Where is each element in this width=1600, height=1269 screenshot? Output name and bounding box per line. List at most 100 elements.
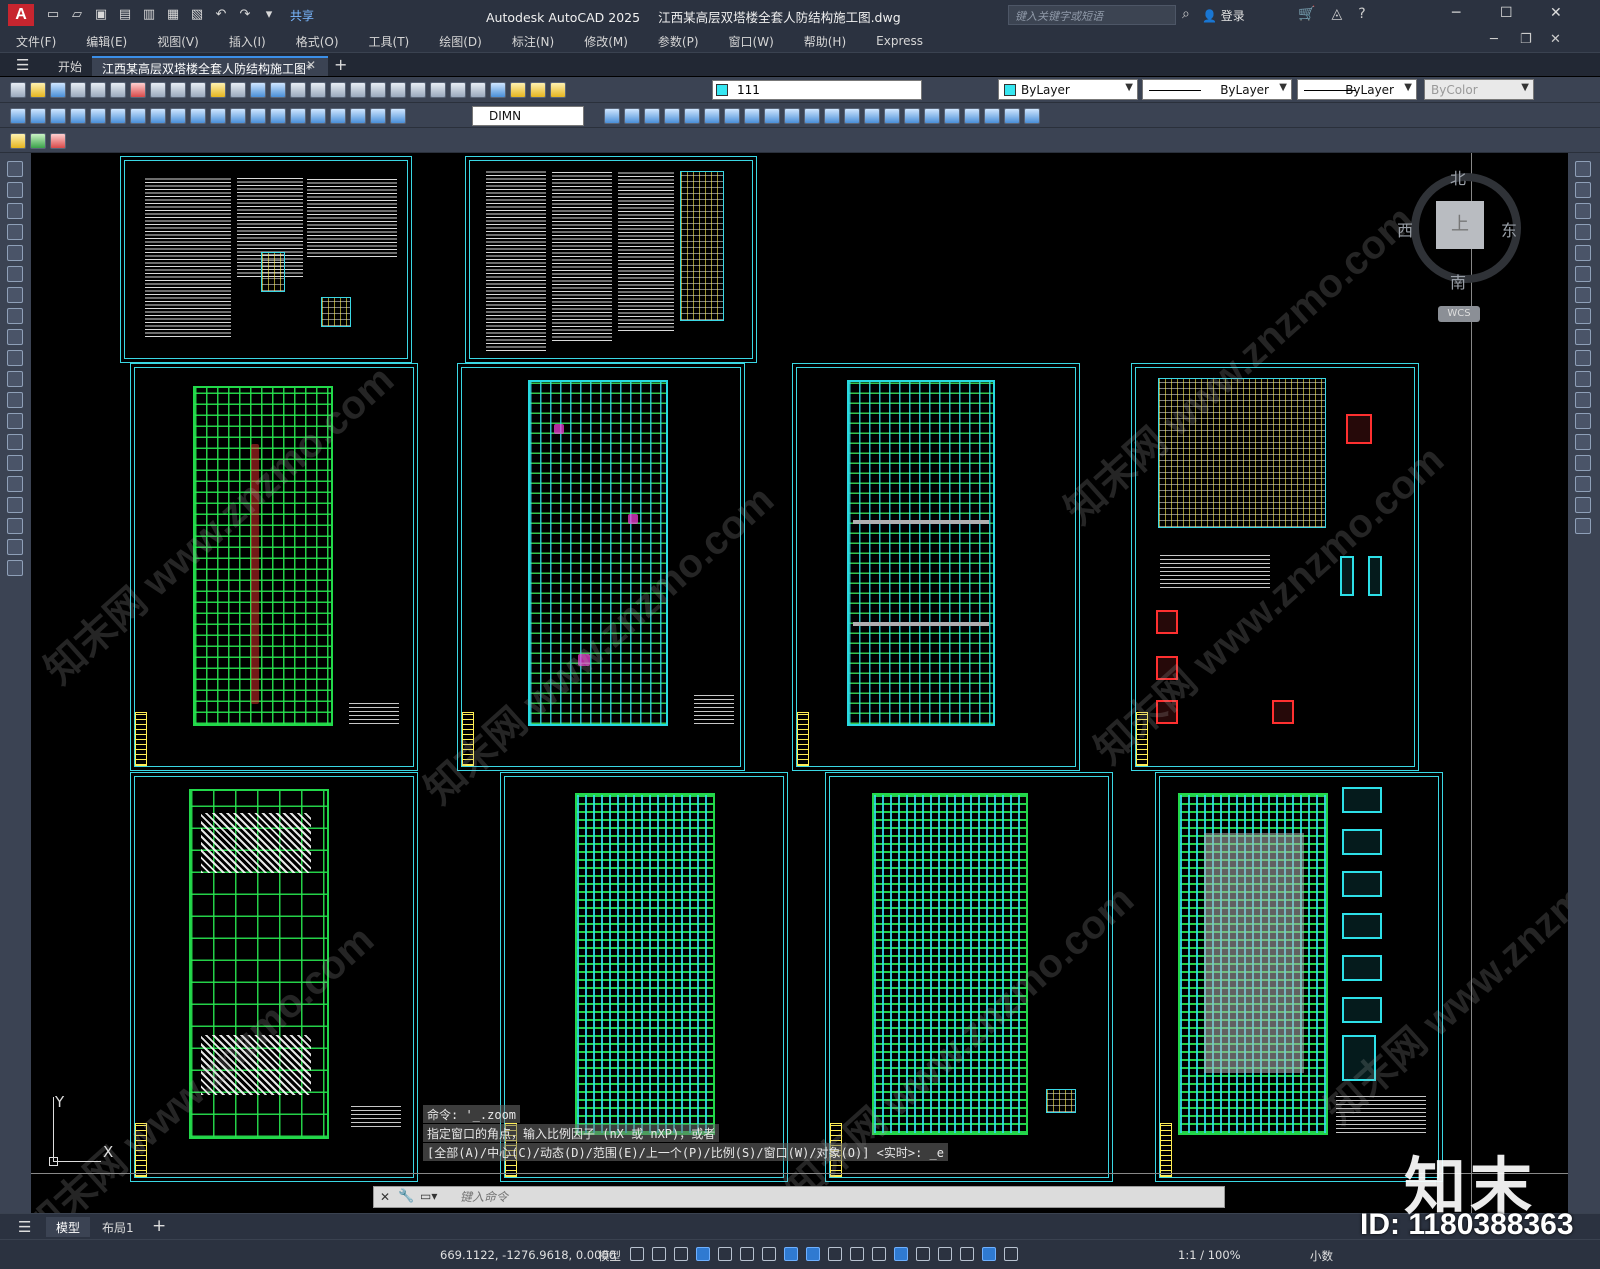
pan-icon[interactable] <box>290 82 306 98</box>
offset-icon[interactable] <box>664 108 680 124</box>
open-icon[interactable] <box>30 82 46 98</box>
color-dropdown[interactable]: ByLayer ▼ <box>998 79 1138 100</box>
side-copy-icon[interactable] <box>1575 182 1591 198</box>
qnew-icon[interactable] <box>10 82 26 98</box>
lineweight-dropdown[interactable]: ByLayer ▼ <box>1297 79 1417 100</box>
dim-text-edit-icon[interactable] <box>370 108 386 124</box>
side-join-icon[interactable] <box>1575 434 1591 450</box>
selection-filter-icon[interactable] <box>938 1247 952 1261</box>
region-icon[interactable] <box>7 497 23 513</box>
tab-model[interactable]: 模型 <box>46 1217 91 1237</box>
side-scale-icon[interactable] <box>1575 308 1591 324</box>
dim-update-icon[interactable] <box>390 108 406 124</box>
layer-on-icon[interactable] <box>530 82 546 98</box>
auto-scale-icon[interactable] <box>1004 1247 1018 1261</box>
doc-close-button[interactable]: ✕ <box>1550 32 1561 47</box>
object-snap-tracking-icon[interactable] <box>784 1247 798 1261</box>
spline-icon[interactable] <box>7 329 23 345</box>
side-break-point-icon[interactable] <box>1575 392 1591 408</box>
side-move-icon[interactable] <box>1575 266 1591 282</box>
trim-icon[interactable] <box>784 108 800 124</box>
zoom-realtime-icon[interactable] <box>310 82 326 98</box>
customize-icon[interactable]: ▾ <box>260 7 278 23</box>
app-menu-icon[interactable]: ☰ <box>16 56 29 74</box>
copy-icon[interactable] <box>170 82 186 98</box>
menu-express[interactable]: Express <box>876 34 923 48</box>
tab-close-icon[interactable]: ✕ <box>306 58 316 72</box>
side-mirror-icon[interactable] <box>1575 203 1591 219</box>
side-fillet-icon[interactable] <box>1575 476 1591 492</box>
mtext-icon[interactable] <box>7 539 23 555</box>
text-front-icon[interactable] <box>1024 108 1040 124</box>
menu-draw[interactable]: 绘图(D) <box>439 33 482 50</box>
stretch-icon[interactable] <box>764 108 780 124</box>
help-search-input[interactable]: 键入关键字或短语 <box>1008 5 1176 25</box>
dim-space-icon[interactable] <box>230 108 246 124</box>
3dprint-icon[interactable] <box>130 82 146 98</box>
polyline-icon[interactable] <box>7 203 23 219</box>
help-icon[interactable]: ? <box>1358 6 1365 22</box>
add-layout-button[interactable]: + <box>152 1216 166 1236</box>
publish-tool-icon[interactable] <box>110 82 126 98</box>
layer-dropdown[interactable]: 111 <box>712 80 922 100</box>
dim-arc-icon[interactable] <box>50 108 66 124</box>
properties-icon[interactable] <box>370 82 386 98</box>
plot-tool-icon[interactable] <box>70 82 86 98</box>
login-button[interactable]: 👤 登录 <box>1202 7 1245 24</box>
side-explode-icon[interactable] <box>1575 518 1591 534</box>
command-recent-icon[interactable]: ▭▾ <box>420 1189 437 1203</box>
side-offset-icon[interactable] <box>1575 224 1591 240</box>
arc-icon[interactable] <box>7 266 23 282</box>
grid-icon[interactable] <box>630 1247 644 1261</box>
ortho-icon[interactable] <box>718 1247 732 1261</box>
dim-break-icon[interactable] <box>250 108 266 124</box>
cart-icon[interactable]: 🛒 <box>1298 6 1315 22</box>
side-chamfer-icon[interactable] <box>1575 455 1591 471</box>
new-file-icon[interactable]: ▭ <box>44 7 62 23</box>
selection-cycling-icon[interactable] <box>872 1247 886 1261</box>
side-break-icon[interactable] <box>1575 413 1591 429</box>
break-icon[interactable] <box>824 108 840 124</box>
coordinate-readout[interactable]: 669.1122, -1276.9618, 0.0000 <box>440 1248 616 1262</box>
tool-palettes-icon[interactable] <box>410 82 426 98</box>
redo-tool-icon[interactable] <box>270 82 286 98</box>
menu-modify[interactable]: 修改(M) <box>584 33 628 50</box>
menu-format[interactable]: 格式(O) <box>296 33 339 50</box>
markup-icon[interactable] <box>450 82 466 98</box>
group-icon[interactable] <box>924 108 940 124</box>
extend-icon[interactable] <box>804 108 820 124</box>
revcloud-icon[interactable] <box>7 308 23 324</box>
line-icon[interactable] <box>7 161 23 177</box>
polygon-icon[interactable] <box>7 224 23 240</box>
extra-tool-3-icon[interactable] <box>50 133 66 149</box>
cut-icon[interactable] <box>150 82 166 98</box>
new-tab-button[interactable]: + <box>334 55 347 74</box>
transparency-icon[interactable] <box>850 1247 864 1261</box>
publish-icon[interactable]: ▥ <box>140 7 158 23</box>
side-extend-icon[interactable] <box>1575 371 1591 387</box>
maximize-button[interactable]: ☐ <box>1500 5 1513 21</box>
circle-icon[interactable] <box>7 287 23 303</box>
layer-freeze-icon[interactable] <box>550 82 566 98</box>
dim-diameter-icon[interactable] <box>130 108 146 124</box>
help-tool-icon[interactable] <box>490 82 506 98</box>
share-button[interactable]: 共享 <box>290 7 314 24</box>
dim-ordinate-icon[interactable] <box>70 108 86 124</box>
sheet-set-icon[interactable] <box>430 82 446 98</box>
isodraft-icon[interactable] <box>762 1247 776 1261</box>
dim-angular-icon[interactable] <box>150 108 166 124</box>
autocad-logo-icon[interactable]: A <box>8 4 34 26</box>
menu-window[interactable]: 窗口(W) <box>729 33 774 50</box>
plotstyle-dropdown[interactable]: ByColor ▼ <box>1424 79 1534 100</box>
zoom-previous-icon[interactable] <box>350 82 366 98</box>
dim-baseline-icon[interactable] <box>190 108 206 124</box>
insert-block-icon[interactable] <box>7 392 23 408</box>
make-block-icon[interactable] <box>7 413 23 429</box>
scale-icon[interactable] <box>744 108 760 124</box>
ellipse-icon[interactable] <box>7 350 23 366</box>
tab-layout1[interactable]: 布局1 <box>92 1217 144 1237</box>
chamfer-icon[interactable] <box>864 108 880 124</box>
tolerance-icon[interactable] <box>270 108 286 124</box>
viewcube-north[interactable]: 北 <box>1450 165 1466 189</box>
save-icon[interactable]: ▣ <box>92 7 110 23</box>
